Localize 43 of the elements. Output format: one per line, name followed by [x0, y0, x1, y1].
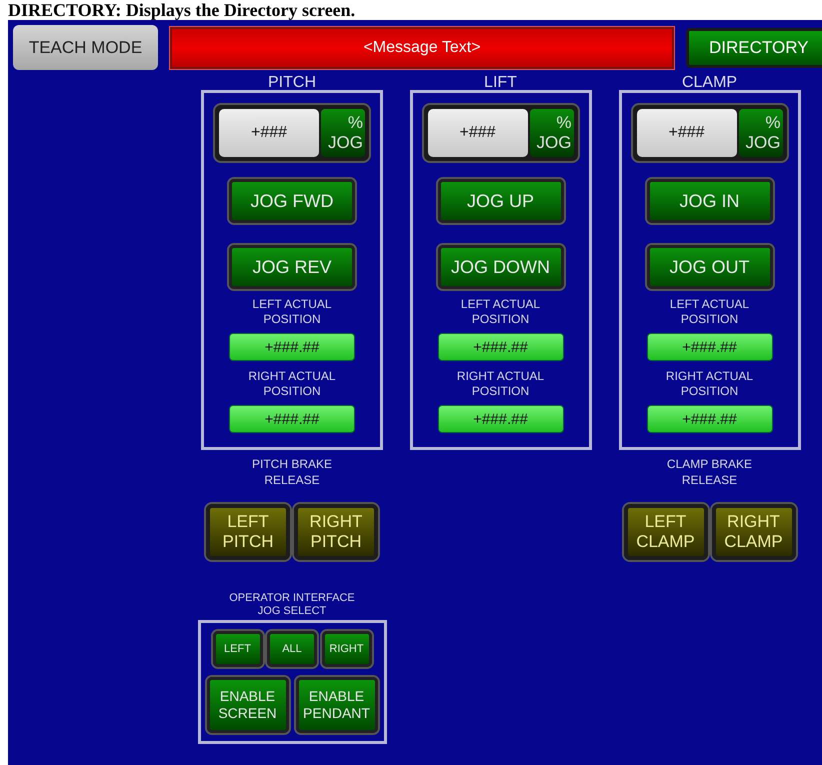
brake-release-button[interactable]: RIGHT PITCH [294, 504, 378, 560]
position-label: LEFT ACTUAL POSITION [460, 297, 542, 327]
position-readout: +###.## [438, 405, 564, 433]
jog-button[interactable]: JOG REV [229, 245, 355, 289]
position-readout: +###.## [229, 333, 355, 361]
brake-release-label: PITCH BRAKE RELEASE [250, 456, 333, 488]
jog-select-button[interactable]: LEFT [212, 631, 262, 667]
directory-button[interactable]: DIRECTORY [686, 28, 822, 68]
position-label: RIGHT ACTUAL POSITION [456, 369, 546, 399]
position-readout: +###.## [646, 333, 772, 361]
jog-button[interactable]: JOG UP [438, 179, 564, 223]
jog-speed-field[interactable]: +### [219, 109, 319, 157]
brake-release-label: CLAMP BRAKE RELEASE [666, 456, 754, 488]
jog-speed-field[interactable]: +### [428, 109, 528, 157]
jog-select-button[interactable]: RIGHT [322, 631, 372, 667]
enable-button[interactable]: ENABLE PENDANT [296, 677, 378, 733]
caption-text: DIRECTORY: Displays the Directory screen. [7, 0, 356, 20]
position-readout: +###.## [229, 405, 355, 433]
percent-jog-button[interactable]: % JOG [738, 109, 782, 157]
jog-button[interactable]: JOG IN [646, 179, 772, 223]
enable-button[interactable]: ENABLE SCREEN [206, 677, 288, 733]
axis-title: LIFT [484, 73, 517, 90]
jog-select-button[interactable]: ALL [267, 631, 317, 667]
message-banner: <Message Text> [170, 26, 674, 68]
jog-button[interactable]: JOG OUT [646, 245, 772, 289]
brake-release-button[interactable]: RIGHT CLAMP [712, 504, 796, 560]
jog-speed-field[interactable]: +### [636, 109, 736, 157]
jog-select-label: OPERATOR INTERFACE JOG SELECT [228, 592, 356, 618]
jog-button[interactable]: JOG DOWN [438, 245, 564, 289]
brake-release-button[interactable]: LEFT PITCH [206, 504, 290, 560]
axis-title: PITCH [268, 73, 316, 90]
percent-jog-button[interactable]: % JOG [530, 109, 574, 157]
position-readout: +###.## [438, 333, 564, 361]
brake-release-button[interactable]: LEFT CLAMP [624, 504, 708, 560]
position-label: RIGHT ACTUAL POSITION [247, 369, 337, 399]
teach-mode-button[interactable]: TEACH MODE [13, 25, 158, 70]
position-label: LEFT ACTUAL POSITION [668, 297, 750, 327]
position-label: RIGHT ACTUAL POSITION [664, 369, 754, 399]
percent-jog-button[interactable]: % JOG [321, 109, 365, 157]
axis-title: CLAMP [682, 73, 738, 90]
jog-button[interactable]: JOG FWD [229, 179, 355, 223]
position-label: LEFT ACTUAL POSITION [251, 297, 333, 327]
position-readout: +###.## [646, 405, 772, 433]
